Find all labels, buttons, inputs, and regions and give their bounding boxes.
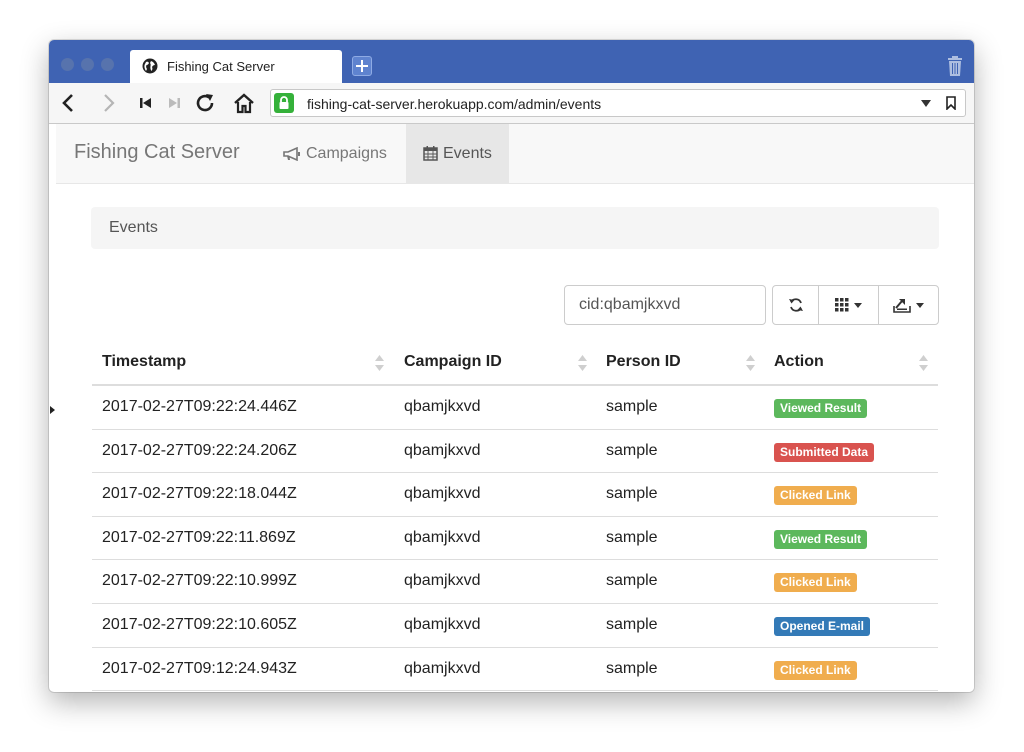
cell-person-id: sample	[606, 398, 658, 415]
sort-icon[interactable]	[746, 354, 755, 372]
chevron-down-icon	[854, 302, 862, 308]
new-tab-button[interactable]	[352, 56, 372, 76]
reload-icon[interactable]	[194, 92, 216, 114]
cell-campaign-id: qbamjkxvd	[404, 485, 481, 503]
cell-timestamp: 2017-02-27T09:22:10.999Z	[102, 572, 297, 590]
sort-icon[interactable]	[919, 354, 928, 372]
columns-button[interactable]	[818, 285, 879, 325]
table-row[interactable]: 2017-02-27T09:22:10.999Z qbamjkxvd sampl…	[92, 560, 938, 604]
column-header-campaign-id[interactable]: Campaign ID	[404, 353, 502, 371]
forward-icon[interactable]	[97, 92, 119, 114]
dropdown-arrow-icon[interactable]	[921, 100, 931, 108]
table-row[interactable]: 2017-02-27T09:22:10.605Z qbamjkxvd sampl…	[92, 604, 938, 648]
cell-campaign-id: qbamjkxvd	[404, 528, 481, 546]
grid-icon	[835, 298, 849, 312]
column-header-action[interactable]: Action	[774, 353, 824, 371]
cell-campaign-id: qbamjkxvd	[404, 659, 481, 677]
cell-campaign-id: qbamjkxvd	[404, 615, 481, 633]
refresh-icon	[788, 298, 803, 312]
action-badge: Clicked Link	[774, 660, 857, 680]
sidebar-toggle[interactable]	[50, 406, 55, 414]
nav-events[interactable]: Events	[406, 124, 509, 183]
nav-campaigns[interactable]: Campaigns	[266, 124, 404, 183]
action-badge: Viewed Result	[774, 529, 868, 549]
action-badge: Clicked Link	[774, 573, 857, 593]
cell-timestamp: 2017-02-27T09:22:18.044Z	[102, 485, 297, 503]
app-brand[interactable]: Fishing Cat Server	[74, 141, 240, 164]
back-icon[interactable]	[58, 92, 80, 114]
cell-timestamp: 2017-02-27T09:22:11.869Z	[102, 528, 296, 546]
zoom-window-button[interactable]	[101, 58, 114, 71]
action-badge: Submitted Data	[774, 442, 875, 462]
search-input[interactable]	[564, 285, 766, 325]
trash-icon[interactable]	[947, 56, 963, 76]
events-table: Timestamp Campaign ID Person ID Action 2…	[92, 342, 938, 692]
cell-person-id: sample	[606, 441, 658, 459]
plus-icon	[356, 60, 368, 72]
cell-person-id: sample	[606, 485, 658, 503]
cell-person-id: sample	[606, 572, 658, 590]
tab-title: Fishing Cat Server	[167, 59, 275, 74]
minimize-window-button[interactable]	[81, 58, 94, 71]
cell-timestamp: 2017-02-27T09:12:24.943Z	[102, 659, 297, 677]
cell-campaign-id: qbamjkxvd	[404, 441, 481, 459]
cell-timestamp: 2017-02-27T09:22:24.446Z	[102, 398, 297, 415]
url-text: fishing-cat-server.herokuapp.com/admin/e…	[307, 96, 602, 112]
nav-campaigns-label: Campaigns	[306, 144, 387, 162]
table-row[interactable]: 2017-02-27T09:22:24.206Z qbamjkxvd sampl…	[92, 430, 938, 474]
lock-icon	[274, 93, 294, 113]
skip-forward-icon[interactable]	[163, 92, 185, 114]
column-header-person-id[interactable]: Person ID	[606, 353, 681, 371]
action-badge: Viewed Result	[774, 399, 868, 418]
address-bar[interactable]: fishing-cat-server.herokuapp.com/admin/e…	[270, 89, 966, 117]
calendar-icon	[423, 146, 438, 161]
browser-toolbar: fishing-cat-server.herokuapp.com/admin/e…	[49, 83, 974, 124]
action-badge: Clicked Link	[774, 486, 857, 506]
panel-heading: Events	[91, 207, 939, 249]
browser-tab[interactable]: Fishing Cat Server	[130, 50, 342, 83]
cell-person-id: sample	[606, 528, 658, 546]
app-navbar: Fishing Cat Server Campaigns Events	[56, 124, 974, 184]
table-row[interactable]: 2017-02-27T09:22:18.044Z qbamjkxvd sampl…	[92, 473, 938, 517]
table-row[interactable]: 2017-02-27T09:22:24.446Z qbamjkxvd sampl…	[92, 386, 938, 430]
globe-icon	[142, 58, 158, 74]
bookmark-icon[interactable]	[946, 96, 956, 110]
table-row[interactable]: 2017-02-27T09:12:24.943Z qbamjkxvd sampl…	[92, 648, 938, 692]
chevron-down-icon	[916, 302, 924, 308]
refresh-button[interactable]	[772, 285, 819, 325]
cell-timestamp: 2017-02-27T09:22:24.206Z	[102, 441, 297, 459]
bullhorn-icon	[283, 146, 300, 161]
page-content: Fishing Cat Server Campaigns Events Even…	[50, 124, 974, 692]
cell-campaign-id: qbamjkxvd	[404, 398, 481, 415]
table-row[interactable]: 2017-02-27T09:22:11.869Z qbamjkxvd sampl…	[92, 517, 938, 561]
cell-person-id: sample	[606, 659, 658, 677]
export-button[interactable]	[878, 285, 939, 325]
cell-campaign-id: qbamjkxvd	[404, 572, 481, 590]
home-icon[interactable]	[233, 92, 255, 114]
table-toolbar	[772, 285, 939, 325]
nav-events-label: Events	[443, 144, 492, 162]
column-header-timestamp[interactable]: Timestamp	[102, 353, 186, 371]
action-badge: Opened E-mail	[774, 616, 871, 636]
panel-title: Events	[109, 219, 158, 236]
export-icon	[893, 299, 911, 313]
cell-person-id: sample	[606, 615, 658, 633]
cell-timestamp: 2017-02-27T09:22:10.605Z	[102, 615, 297, 633]
sort-icon[interactable]	[578, 354, 587, 372]
table-header: Timestamp Campaign ID Person ID Action	[92, 342, 938, 386]
tab-bar: Fishing Cat Server	[49, 40, 974, 83]
sort-icon[interactable]	[375, 354, 384, 372]
close-window-button[interactable]	[61, 58, 74, 71]
browser-window: Fishing Cat Server fishing-cat-server.he…	[49, 40, 974, 692]
skip-back-icon[interactable]	[135, 92, 157, 114]
